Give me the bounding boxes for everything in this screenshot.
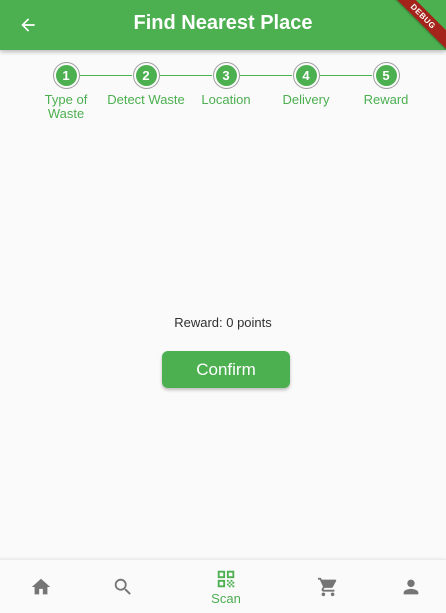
search-icon (114, 578, 131, 595)
step-detect-waste[interactable]: 2 Detect Waste (106, 62, 186, 107)
nav-profile[interactable] (381, 560, 441, 613)
app-screen: Find Nearest Place DEBUG 1 Type of Waste… (0, 0, 446, 613)
step-indicator: 2 (132, 62, 160, 89)
step-label: Delivery (282, 92, 330, 107)
nav-search[interactable] (93, 560, 153, 613)
cart-icon (317, 577, 337, 597)
step-number: 3 (215, 65, 237, 86)
step-type-of-waste[interactable]: 1 Type of Waste (26, 62, 106, 121)
confirm-button[interactable]: Confirm (162, 351, 290, 388)
step-reward[interactable]: 5 Reward (346, 62, 426, 107)
progress-stepper: 1 Type of Waste 2 Detect Waste 3 Locatio… (0, 62, 446, 132)
step-number: 1 (55, 65, 77, 86)
bottom-navigation: Scan (0, 559, 446, 613)
step-number: 5 (375, 65, 397, 86)
step-location[interactable]: 3 Location (186, 62, 266, 107)
step-indicator: 5 (372, 62, 400, 89)
nav-cart[interactable] (298, 560, 358, 613)
qr-code-icon (217, 570, 235, 588)
step-indicator: 1 (52, 62, 80, 89)
nav-scan-label: Scan (211, 591, 241, 606)
step-number: 2 (135, 65, 157, 86)
step-label: Location (201, 92, 251, 107)
person-icon (403, 579, 419, 595)
app-bar: Find Nearest Place (0, 0, 446, 50)
step-indicator: 4 (292, 62, 320, 89)
home-icon (31, 578, 51, 595)
nav-scan[interactable]: Scan (196, 560, 256, 613)
step-delivery[interactable]: 4 Delivery (266, 62, 346, 107)
page-title: Find Nearest Place (133, 12, 313, 34)
step-number: 4 (295, 65, 317, 86)
step-indicator: 3 (212, 62, 240, 89)
step-label: Detect Waste (107, 92, 185, 107)
step-label: Type of Waste (44, 92, 88, 121)
reward-points-text: Reward: 0 points (174, 315, 272, 330)
step-label: Reward (363, 92, 409, 107)
nav-home[interactable] (11, 560, 71, 613)
